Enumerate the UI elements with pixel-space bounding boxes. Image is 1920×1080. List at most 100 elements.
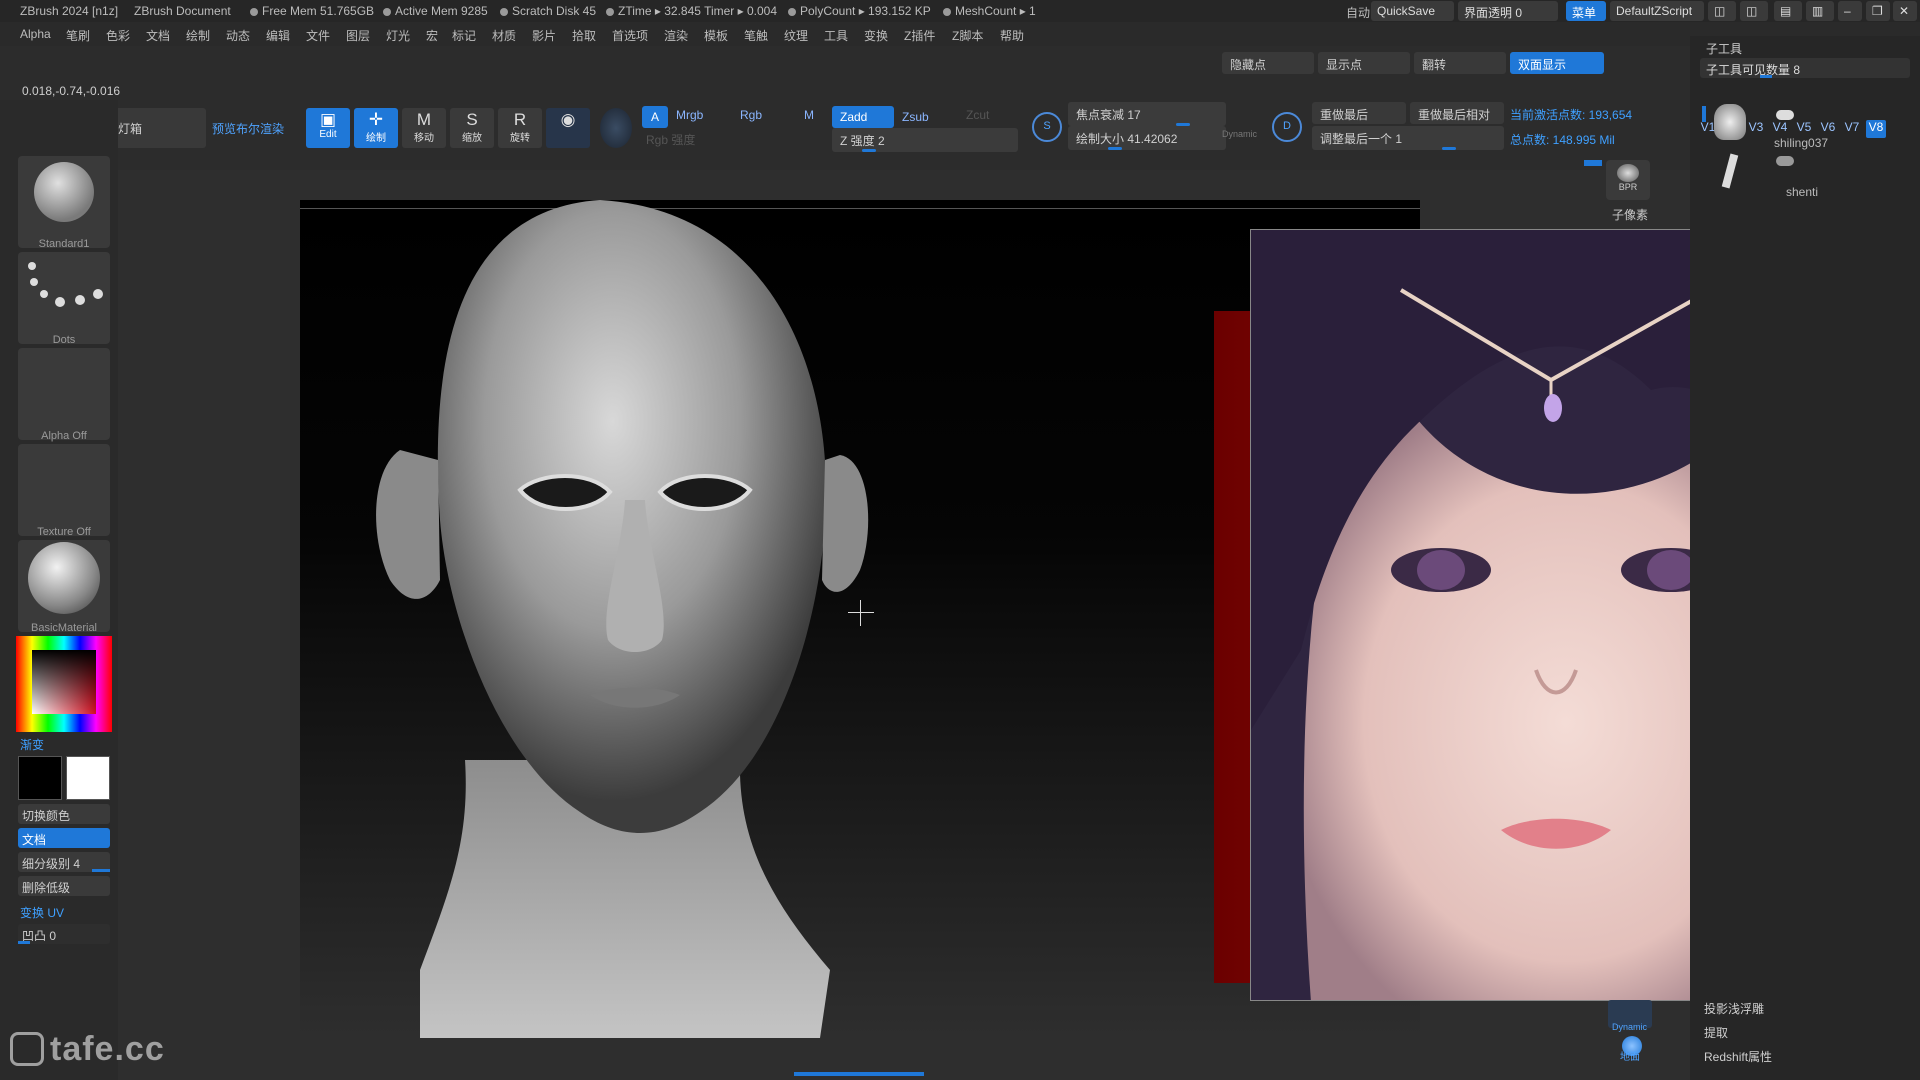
rgb-button[interactable]: Rgb bbox=[740, 108, 762, 122]
gradient-label[interactable]: 渐变 bbox=[20, 736, 44, 753]
rgb-intensity-slider[interactable]: Rgb 强度 bbox=[646, 131, 695, 148]
scale-tool-button[interactable]: S 缩放 bbox=[450, 108, 494, 148]
subpixel-label[interactable]: 子像素 bbox=[1612, 206, 1648, 223]
slider-thumb[interactable] bbox=[1760, 75, 1772, 78]
menu-item-document[interactable]: 文档 bbox=[146, 27, 170, 44]
slider-thumb[interactable] bbox=[862, 149, 876, 152]
layout-2-icon[interactable]: ▥ bbox=[1806, 1, 1834, 21]
subdivision-slider[interactable]: 细分级别 4 bbox=[18, 852, 110, 872]
project-shallow-button[interactable]: 投影浅浮雕 bbox=[1704, 1000, 1764, 1017]
slider-thumb[interactable] bbox=[1108, 147, 1122, 150]
menu-item-brush[interactable]: 笔刷 bbox=[66, 27, 90, 44]
color-square[interactable] bbox=[32, 650, 96, 714]
close-icon[interactable]: ✕ bbox=[1893, 1, 1917, 21]
bump-slider[interactable]: 凹凸 0 bbox=[18, 924, 110, 944]
m-button[interactable]: M bbox=[804, 108, 814, 122]
edit-tool-button[interactable]: ▣ Edit bbox=[306, 108, 350, 148]
minimize-icon[interactable]: – bbox=[1838, 1, 1862, 21]
menu-item-material[interactable]: 材质 bbox=[492, 27, 516, 44]
subtool-item-shenti[interactable]: shenti bbox=[1786, 185, 1818, 199]
adjust-last-slider[interactable]: 调整最后一个 1 bbox=[1312, 126, 1504, 150]
switch-color-button[interactable]: 切换颜色 bbox=[18, 804, 110, 824]
secondary-color-swatch[interactable] bbox=[66, 756, 110, 800]
default-zscript-button[interactable]: DefaultZScript bbox=[1610, 1, 1704, 21]
menu-item-preferences[interactable]: 首选项 bbox=[612, 27, 648, 44]
tab-v7[interactable]: V7 bbox=[1842, 120, 1862, 138]
hide-points-button[interactable]: 隐藏点 bbox=[1222, 52, 1314, 74]
slider-thumb[interactable] bbox=[1442, 147, 1456, 150]
mrgb-button[interactable]: Mrgb bbox=[676, 108, 703, 122]
dynamic-label[interactable]: Dynamic bbox=[1222, 129, 1257, 139]
subtool-title[interactable]: 子工具 bbox=[1706, 40, 1742, 57]
visible-count-slider[interactable]: 子工具可见数量 8 bbox=[1700, 58, 1910, 78]
gizmo-button[interactable]: ◉ bbox=[546, 108, 590, 148]
menu-item-alpha[interactable]: Alpha bbox=[20, 27, 51, 41]
menu-item-render[interactable]: 渲染 bbox=[664, 27, 688, 44]
flip-button[interactable]: 翻转 bbox=[1414, 52, 1506, 74]
redshift-properties-button[interactable]: Redshift属性 bbox=[1704, 1048, 1772, 1065]
alpha-thumbnail[interactable]: Alpha Off bbox=[18, 348, 110, 442]
redo-last-relative-button[interactable]: 重做最后相对 bbox=[1410, 102, 1504, 124]
texture-thumbnail[interactable]: Texture Off bbox=[18, 444, 110, 538]
bottom-shelf-handle[interactable] bbox=[794, 1072, 924, 1076]
draw-tool-button[interactable]: ✛ 绘制 bbox=[354, 108, 398, 148]
bpr-button[interactable]: BPR bbox=[1606, 160, 1650, 200]
transform-uv-button[interactable]: 变换 UV bbox=[20, 904, 64, 921]
text-button[interactable]: 文档 bbox=[18, 828, 110, 848]
maximize-icon[interactable]: ❐ bbox=[1866, 1, 1890, 21]
bpr-preview-button[interactable]: 预览布尔渲染 bbox=[212, 120, 284, 137]
menu-item-light[interactable]: 灯光 bbox=[386, 27, 410, 44]
menu-item-macro[interactable]: 宏 bbox=[426, 27, 438, 44]
menu-item-tool[interactable]: 工具 bbox=[824, 27, 848, 44]
menu-item-draw[interactable]: 绘制 bbox=[186, 27, 210, 44]
menu-item-help[interactable]: 帮助 bbox=[1000, 27, 1024, 44]
main-color-swatch[interactable] bbox=[18, 756, 62, 800]
floor-label[interactable]: 地面 bbox=[1620, 1048, 1640, 1063]
draw-size-slider[interactable]: 绘制大小 41.42062 bbox=[1068, 126, 1226, 150]
menu-item-movie[interactable]: 影片 bbox=[532, 27, 556, 44]
a-toggle-button[interactable]: A bbox=[642, 106, 668, 128]
menu-item-stroke[interactable]: 笔触 bbox=[744, 27, 768, 44]
focal-shift-icon[interactable]: S bbox=[1032, 112, 1062, 142]
brush-thumbnail[interactable]: Standard1 bbox=[18, 156, 110, 250]
move-tool-button[interactable]: M 移动 bbox=[402, 108, 446, 148]
redo-last-button[interactable]: 重做最后 bbox=[1312, 102, 1406, 124]
head-subtool-icon[interactable] bbox=[1714, 104, 1746, 140]
menu-item-stencil[interactable]: 模板 bbox=[704, 27, 728, 44]
stroke-thumbnail[interactable]: Dots bbox=[18, 252, 110, 346]
layout-left-icon[interactable]: ◫ bbox=[1708, 1, 1736, 21]
zsub-button[interactable]: Zsub bbox=[902, 110, 929, 124]
tab-v8[interactable]: V8 bbox=[1866, 120, 1886, 138]
menu-item-layer[interactable]: 图层 bbox=[346, 27, 370, 44]
menu-item-color[interactable]: 色彩 bbox=[106, 27, 130, 44]
rotate-tool-button[interactable]: R 旋转 bbox=[498, 108, 542, 148]
dynamic-persp-label[interactable]: Dynamic bbox=[1612, 1022, 1647, 1032]
extract-button[interactable]: 提取 bbox=[1704, 1024, 1728, 1041]
z-intensity-slider[interactable]: Z 强度 2 bbox=[832, 128, 1018, 152]
lightbox-button[interactable]: 灯箱 bbox=[110, 108, 206, 148]
material-thumbnail[interactable]: BasicMaterial bbox=[18, 540, 110, 634]
menu-item-file[interactable]: 文件 bbox=[306, 27, 330, 44]
double-sided-button[interactable]: 双面显示 bbox=[1510, 52, 1604, 74]
tab-v3[interactable]: V3 bbox=[1746, 120, 1766, 138]
menu-item-transform[interactable]: 变换 bbox=[864, 27, 888, 44]
zadd-button[interactable]: Zadd bbox=[832, 106, 894, 128]
dynamic-icon[interactable]: D bbox=[1272, 112, 1302, 142]
slider-thumb[interactable] bbox=[18, 941, 30, 944]
menu-item-dynamics[interactable]: 动态 bbox=[226, 27, 250, 44]
menu-item-zscript[interactable]: Z脚本 bbox=[952, 27, 983, 44]
show-points-button[interactable]: 显示点 bbox=[1318, 52, 1410, 74]
menu-item-picker[interactable]: 拾取 bbox=[572, 27, 596, 44]
menu-item-zplugin[interactable]: Z插件 bbox=[904, 27, 935, 44]
layout-right-icon[interactable]: ◫ bbox=[1740, 1, 1768, 21]
visibility-toggle-icon[interactable] bbox=[1776, 110, 1794, 120]
visibility-toggle-icon[interactable] bbox=[1776, 156, 1794, 166]
menu-item-edit[interactable]: 编辑 bbox=[266, 27, 290, 44]
zcut-button[interactable]: Zcut bbox=[966, 108, 989, 122]
menu-item-marker[interactable]: 标记 bbox=[452, 27, 476, 44]
focal-shift-slider[interactable]: 焦点衰减 17 bbox=[1068, 102, 1226, 126]
layout-icon[interactable]: ▤ bbox=[1774, 1, 1802, 21]
menu-button[interactable]: 菜单 bbox=[1566, 1, 1606, 21]
body-subtool-icon[interactable] bbox=[1721, 153, 1739, 189]
delete-lower-button[interactable]: 删除低级 bbox=[18, 876, 110, 896]
